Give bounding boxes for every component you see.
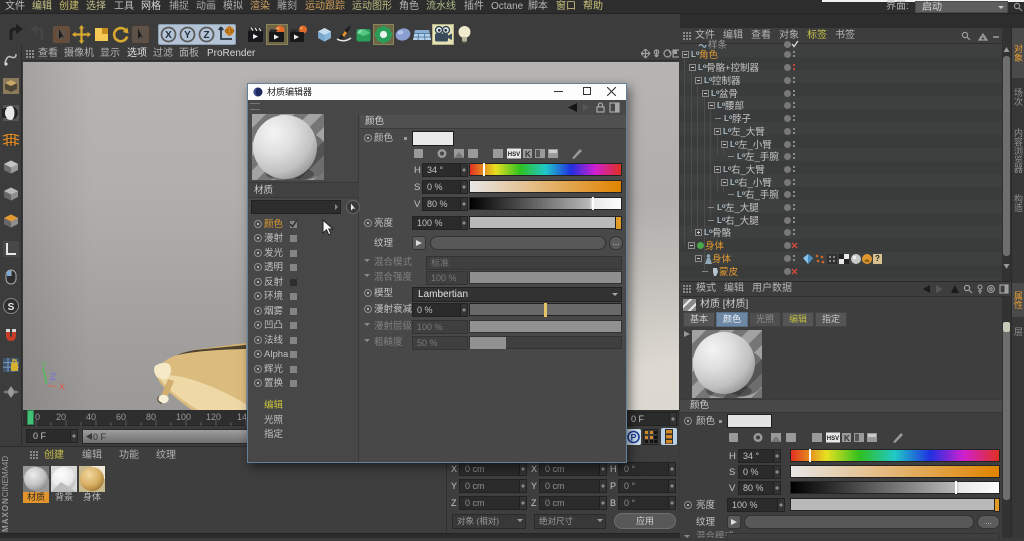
svg-text:X: X — [59, 382, 65, 392]
svg-text:Y: Y — [184, 30, 191, 41]
svg-text:S: S — [8, 302, 15, 313]
svg-text:Z: Z — [50, 372, 56, 383]
svg-text:P: P — [630, 433, 636, 443]
svg-text:HSV: HSV — [508, 152, 520, 158]
svg-text:HSV: HSV — [827, 436, 839, 442]
svg-text:K: K — [844, 434, 850, 443]
svg-text:Y: Y — [41, 360, 47, 370]
svg-text:Z: Z — [203, 30, 209, 41]
svg-text:K: K — [525, 150, 531, 159]
svg-text:X: X — [165, 30, 172, 41]
